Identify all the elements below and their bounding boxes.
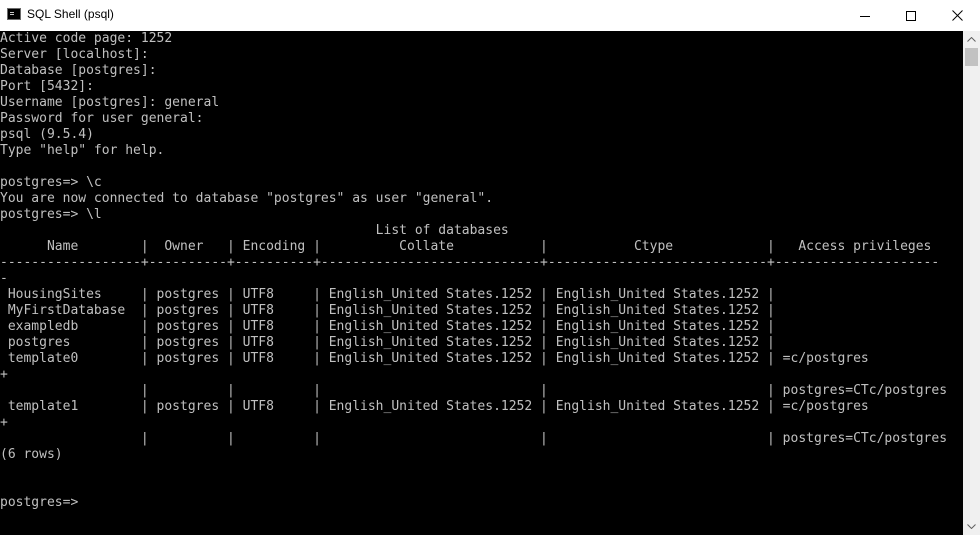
console-line: Type "help" for help. (0, 143, 165, 158)
console-line: MyFirstDatabase | postgres | UTF8 | Engl… (0, 303, 775, 318)
console-line: postgres=> (0, 495, 79, 510)
minimize-icon (860, 15, 870, 17)
console-line: postgres=> \c (0, 175, 102, 190)
console-line: Password for user general: (0, 111, 204, 126)
scroll-down-button[interactable] (963, 518, 980, 535)
close-button[interactable] (934, 0, 980, 31)
console-line: psql (9.5.4) (0, 127, 94, 142)
console-output[interactable]: Active code page: 1252 Server [localhost]… (0, 31, 963, 535)
maximize-button[interactable] (888, 0, 934, 31)
console-window-icon[interactable] (7, 8, 21, 20)
console-line: Port [5432]: (0, 79, 94, 94)
console-text: Active code page: 1252 Server [localhost]… (0, 31, 963, 511)
vertical-scrollbar[interactable] (963, 31, 980, 535)
console-line: You are now connected to database "postg… (0, 191, 494, 206)
console-line: postgres=> \l (0, 207, 102, 222)
scroll-down-arrow-icon (967, 524, 976, 529)
window-title: SQL Shell (psql) (27, 7, 114, 21)
console-line: + (0, 415, 8, 430)
psql-window: SQL Shell (psql) Active code page: 1252 S… (0, 0, 980, 535)
scroll-up-button[interactable] (963, 31, 980, 48)
console-line: - (0, 271, 8, 286)
console-line: postgres | postgres | UTF8 | English_Uni… (0, 335, 775, 350)
console-line: template1 | postgres | UTF8 | English_Un… (0, 399, 869, 414)
console-line: | | | | | postgres=CTc/postgres (0, 431, 948, 446)
maximize-icon (906, 10, 916, 21)
console-line: | | | | | postgres=CTc/postgres (0, 383, 948, 398)
console-line: + (0, 367, 8, 382)
console-line: (6 rows) (0, 447, 63, 462)
minimize-button[interactable] (842, 0, 888, 31)
console-line: HousingSites | postgres | UTF8 | English… (0, 287, 775, 302)
console-line: Server [localhost]: (0, 47, 149, 62)
console-line: Active code page: 1252 (0, 31, 173, 46)
close-icon (951, 10, 963, 21)
console-line: Database [postgres]: (0, 63, 157, 78)
console-line: List of databases (0, 223, 509, 238)
scroll-up-arrow-icon (967, 37, 976, 42)
console-line: exampledb | postgres | UTF8 | English_Un… (0, 319, 775, 334)
scrollbar-thumb[interactable] (965, 48, 978, 66)
console-line: Name | Owner | Encoding | Collate | Ctyp… (0, 239, 932, 254)
title-bar[interactable]: SQL Shell (psql) (0, 0, 980, 31)
console-line: ------------------+----------+----------… (0, 255, 940, 270)
console-line: Username [postgres]: general (0, 95, 220, 110)
console-line: template0 | postgres | UTF8 | English_Un… (0, 351, 869, 366)
